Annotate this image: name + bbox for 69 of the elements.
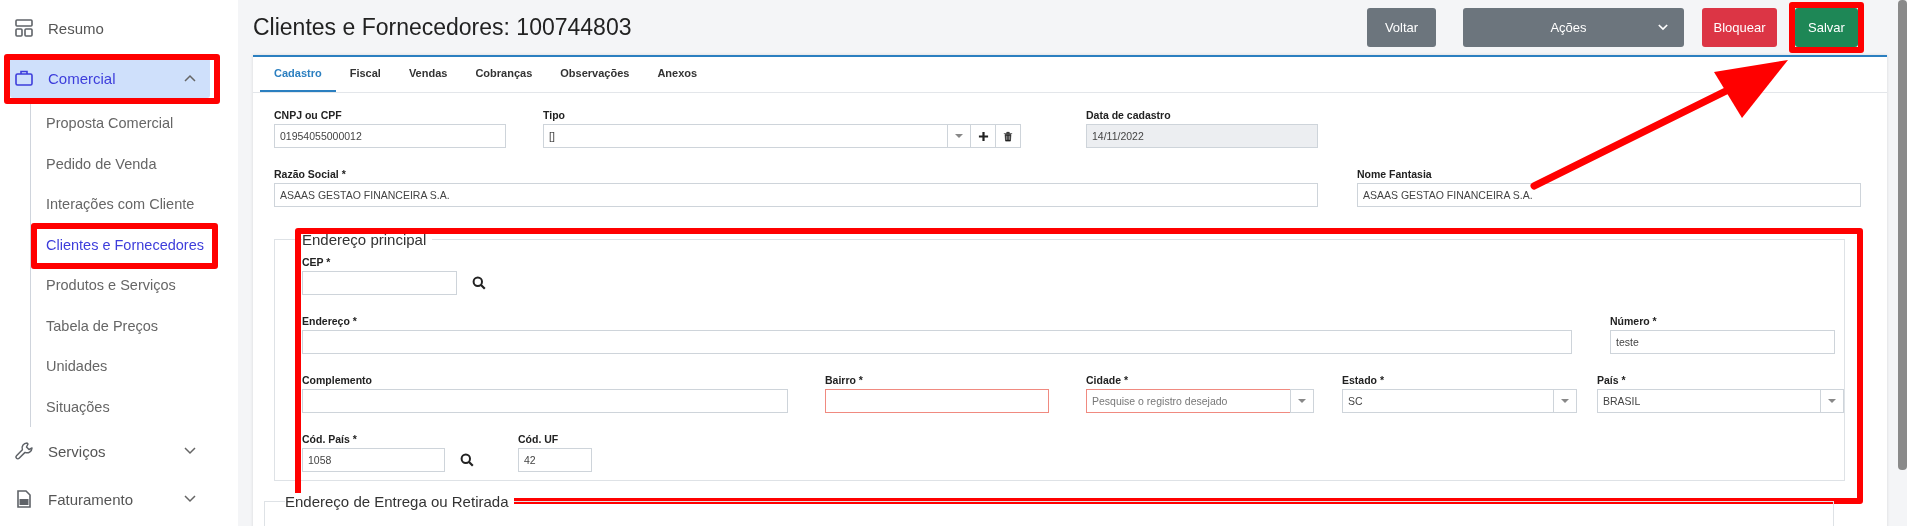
tab[interactable]: Vendas [394,57,462,92]
input-field[interactable]: teste [1610,330,1835,354]
action-button[interactable]: Ações [1463,8,1684,47]
field-label: CNPJ ou CPF [274,109,343,122]
plus-icon [977,130,989,142]
select-field[interactable]: BRASIL [1597,389,1844,413]
select-field[interactable]: [] [543,124,971,148]
chevron-icon [184,495,196,503]
field-label: Endereço * [302,315,358,328]
section-title: Endereço de Entrega ou Retirada [285,493,515,510]
input-field[interactable] [302,271,457,295]
search-icon[interactable] [472,276,486,290]
sidebar-subitem[interactable]: Clientes e Fornecedores [46,224,204,265]
sidebar-subitem[interactable]: Situações [46,386,110,427]
input-field[interactable]: 01954055000012 [274,124,506,148]
dropdown-caret-icon[interactable] [1290,389,1314,413]
sidebar-item[interactable]: Faturamento [10,479,210,519]
action-button[interactable]: Salvar [1795,8,1858,47]
page-title: Clientes e Fornecedores: 100744803 [253,14,633,41]
input-field[interactable]: 1058 [302,448,445,472]
wrench-icon [14,441,34,461]
input-field[interactable] [302,389,788,413]
action-button[interactable]: Voltar [1367,8,1436,47]
sidebar-item[interactable]: Serviços [10,431,210,471]
search-icon[interactable] [460,453,474,467]
sidebar-item[interactable]: Resumo [10,8,210,48]
sidebar-subitem[interactable]: Tabela de Preços [46,305,159,346]
action-button[interactable]: Bloquear [1702,8,1777,47]
field-label: CEP * [302,256,332,269]
tab[interactable]: Cobranças [461,57,547,92]
tab[interactable]: Cadastro [260,57,336,92]
tab[interactable]: Observações [546,57,644,92]
field-label: Cidade * [1086,374,1129,387]
field-label: Estado * [1342,374,1385,387]
tab[interactable]: Fiscal [335,57,395,92]
briefcase-icon [14,68,34,88]
document-icon [14,489,34,509]
caret-icon [1658,24,1668,31]
field-label: Tipo [543,109,566,122]
sidebar-subitem[interactable]: Pedido de Venda [46,143,157,184]
sidebar-subitem[interactable]: Produtos e Serviços [46,265,176,306]
field-label: Complemento [302,374,373,387]
field-label: Número * [1610,315,1658,328]
sidebar-subitem[interactable]: Unidades [46,346,108,387]
field-label: País * [1597,374,1627,387]
input-field[interactable] [302,330,1572,354]
tab[interactable]: Anexos [643,57,712,92]
dashboard-icon [14,18,34,38]
field-label: Data de cadastro [1086,109,1172,122]
field-label: Cód. UF [518,433,560,446]
scrollbar[interactable] [1898,0,1907,470]
input-field[interactable]: ASAAS GESTAO FINANCEIRA S.A. [1357,183,1861,207]
add-button[interactable] [970,124,996,148]
field-label: Nome Fantasia [1357,168,1433,181]
input-field[interactable] [825,389,1049,413]
sidebar-subitem[interactable]: Proposta Comercial [46,103,174,144]
field-label: Razão Social * [274,168,347,181]
field-label: Cód. País * [302,433,358,446]
delete-button[interactable] [995,124,1021,148]
sidebar-item[interactable]: Comercial [10,58,210,98]
chevron-icon [184,74,196,82]
field-label: Bairro * [825,374,864,387]
select-field[interactable]: Pesquise o registro desejado [1086,389,1314,413]
input-field[interactable]: ASAAS GESTAO FINANCEIRA S.A. [274,183,1318,207]
input-field[interactable]: 42 [518,448,592,472]
chevron-icon [184,447,196,455]
trash-icon [1003,130,1013,142]
sidebar-subitem[interactable]: Interações com Cliente [46,184,195,225]
select-field[interactable]: SC [1342,389,1577,413]
